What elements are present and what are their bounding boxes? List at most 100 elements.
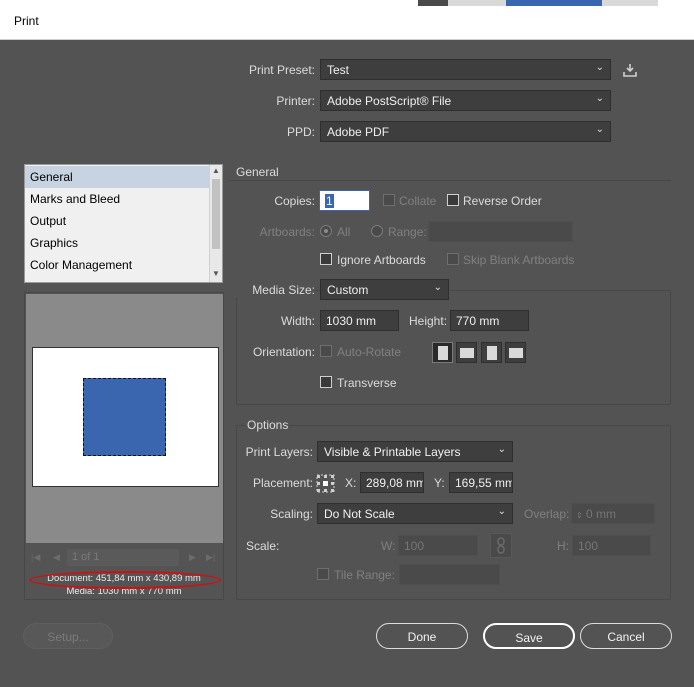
auto-rotate-checkbox[interactable] — [320, 345, 332, 357]
ignore-artboards-label: Ignore Artboards — [337, 253, 426, 267]
print-preset-value: Test — [327, 63, 350, 77]
print-layers-select[interactable]: Visible & Printable Layers ⌄ — [317, 441, 513, 462]
sidebar-item-output[interactable]: Output — [25, 210, 210, 232]
skip-blank-artboards-checkbox[interactable] — [447, 253, 459, 265]
scale-h-input[interactable]: 100 — [572, 535, 651, 556]
tile-range-input[interactable] — [399, 564, 500, 585]
ignore-artboards-checkbox[interactable] — [320, 253, 332, 265]
scale-w-input[interactable]: 100 — [398, 535, 478, 556]
options-section-title: Options — [246, 418, 290, 432]
next-page-icon[interactable]: ▶ — [189, 552, 196, 563]
annotation-circle — [29, 571, 221, 589]
background-window-strip — [602, 0, 658, 6]
scaling-select[interactable]: Do Not Scale ⌄ — [317, 503, 513, 524]
chevron-down-icon: ⌄ — [595, 62, 604, 73]
background-window-strip — [506, 0, 602, 6]
scroll-thumb[interactable] — [212, 179, 220, 249]
scale-h-label: H: — [557, 539, 569, 553]
y-input[interactable]: 169,55 mm — [449, 472, 513, 493]
skip-blank-artboards-label: Skip Blank Artboards — [463, 253, 575, 267]
artboards-label: Artboards: — [259, 225, 315, 239]
chevron-down-icon: ⌄ — [497, 506, 506, 517]
media-size-label: Media Size: — [226, 283, 315, 297]
chevron-down-icon: ⌄ — [433, 282, 442, 293]
ppd-value: Adobe PDF — [327, 125, 390, 139]
flipped-landscape-orientation-icon[interactable] — [505, 342, 526, 363]
printer-label: Printer: — [276, 94, 315, 108]
height-label: Height: — [409, 314, 448, 328]
overlap-stepper[interactable]: ⇕ 0 mm — [571, 503, 655, 524]
overlap-label: Overlap: — [524, 507, 570, 521]
width-input[interactable]: 1030 mm — [320, 310, 399, 331]
chevron-down-icon: ⌄ — [595, 93, 604, 104]
prev-page-icon[interactable]: ◀ — [53, 552, 60, 563]
section-divider — [230, 180, 671, 181]
transverse-checkbox[interactable] — [320, 376, 332, 388]
tile-range-label: Tile Range: — [334, 568, 395, 582]
portrait-orientation-icon[interactable] — [432, 342, 453, 363]
cancel-button[interactable]: Cancel — [580, 623, 672, 649]
x-input[interactable]: 289,08 mm — [360, 472, 424, 493]
scale-label: Scale: — [246, 539, 280, 553]
category-list[interactable]: General Marks and Bleed Output Graphics … — [24, 164, 223, 283]
height-input[interactable]: 770 mm — [450, 310, 529, 331]
preview-pane: |◀ ◀ 1 of 1 ▶ ▶| Document: 451,84 mm x 4… — [24, 292, 224, 600]
print-layers-value: Visible & Printable Layers — [324, 445, 461, 459]
collate-label: Collate — [399, 194, 437, 208]
scaling-value: Do Not Scale — [324, 507, 395, 521]
copies-value: 1 — [325, 194, 334, 208]
collate-checkbox[interactable] — [383, 194, 395, 206]
constrain-proportions-icon[interactable] — [490, 533, 512, 558]
width-label: Width: — [280, 314, 315, 328]
stepper-icon: ⇕ — [576, 511, 583, 520]
printer-value: Adobe PostScript® File — [327, 94, 452, 108]
auto-rotate-label: Auto-Rotate — [337, 345, 402, 359]
artboards-range-radio[interactable] — [371, 225, 383, 237]
placement-reference-icon[interactable] — [316, 474, 335, 493]
sidebar-item-marks-and-bleed[interactable]: Marks and Bleed — [25, 188, 210, 210]
media-size-select[interactable]: Custom ⌄ — [320, 279, 449, 300]
sidebar-item-graphics[interactable]: Graphics — [25, 232, 210, 254]
artboards-all-label: All — [337, 225, 351, 239]
chevron-down-icon: ⌄ — [497, 444, 506, 455]
artboards-all-radio[interactable] — [320, 225, 332, 237]
print-layers-label: Print Layers: — [245, 445, 313, 459]
scaling-label: Scaling: — [270, 507, 313, 521]
first-page-icon[interactable]: |◀ — [31, 552, 40, 563]
transverse-label: Transverse — [337, 376, 397, 390]
ppd-select[interactable]: Adobe PDF ⌄ — [320, 121, 611, 142]
last-page-icon[interactable]: ▶| — [206, 552, 215, 563]
ppd-label: PPD: — [286, 125, 315, 139]
title-bar: Print — [0, 0, 694, 40]
y-label: Y: — [434, 476, 445, 490]
reverse-order-checkbox[interactable] — [447, 194, 459, 206]
copies-input[interactable]: 1 — [319, 190, 370, 211]
artboard-range-input[interactable] — [428, 221, 573, 242]
done-button[interactable]: Done — [376, 623, 468, 649]
background-window-strip — [418, 0, 448, 6]
scroll-up-icon[interactable]: ▲ — [212, 166, 220, 175]
save-preset-icon[interactable] — [622, 62, 638, 78]
chevron-down-icon: ⌄ — [595, 124, 604, 135]
reverse-order-label: Reverse Order — [463, 194, 542, 208]
x-label: X: — [345, 476, 357, 490]
flipped-portrait-orientation-icon[interactable] — [481, 342, 502, 363]
artboards-range-label: Range: — [388, 225, 427, 239]
overlap-value: 0 mm — [586, 507, 617, 521]
list-scrollbar[interactable]: ▲ ▼ — [209, 165, 222, 282]
setup-button[interactable]: Setup... — [23, 623, 113, 649]
sidebar-item-general[interactable]: General — [25, 166, 210, 188]
tile-range-checkbox[interactable] — [317, 568, 329, 580]
scale-w-label: W: — [381, 539, 396, 553]
save-button[interactable]: Save — [483, 623, 575, 649]
printer-select[interactable]: Adobe PostScript® File ⌄ — [320, 90, 611, 111]
artwork-thumbnail — [83, 378, 166, 456]
scroll-down-icon[interactable]: ▼ — [212, 269, 220, 278]
sidebar-item-color-management[interactable]: Color Management — [25, 254, 210, 276]
landscape-orientation-icon[interactable] — [456, 342, 477, 363]
orientation-label: Orientation: — [252, 345, 315, 359]
page-indicator[interactable]: 1 of 1 — [67, 549, 179, 566]
print-preset-select[interactable]: Test ⌄ — [320, 59, 611, 80]
media-size-value: Custom — [327, 283, 369, 297]
copies-label: Copies: — [274, 194, 315, 208]
